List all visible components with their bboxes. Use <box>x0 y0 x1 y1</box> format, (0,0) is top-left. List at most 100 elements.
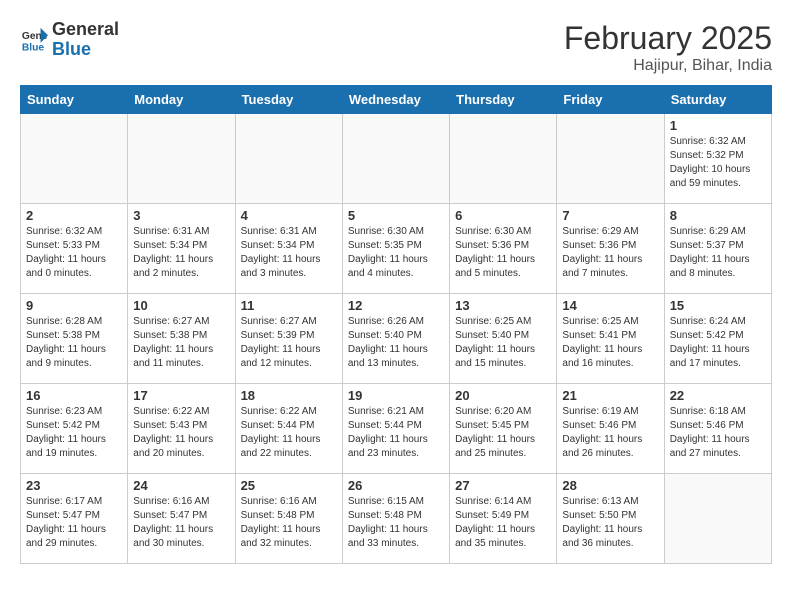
calendar-cell: 6Sunrise: 6:30 AM Sunset: 5:36 PM Daylig… <box>450 204 557 294</box>
week-row-1: 1Sunrise: 6:32 AM Sunset: 5:32 PM Daylig… <box>21 114 772 204</box>
day-number: 17 <box>133 388 229 403</box>
calendar-cell <box>557 114 664 204</box>
calendar-cell: 3 Sunrise: 6:31 AM Sunset: 5:34 PM Daylig… <box>128 204 235 294</box>
cell-info: Sunrise: 6:15 AM Sunset: 5:48 PM Dayligh… <box>348 495 444 551</box>
logo-text: General Blue <box>52 20 119 60</box>
cell-info: Sunrise: 6:20 AM Sunset: 5:45 PM Dayligh… <box>455 405 551 461</box>
cell-info: Sunrise: 6:23 AM Sunset: 5:42 PM Dayligh… <box>26 405 122 461</box>
day-number: 11 <box>241 298 337 313</box>
calendar-cell <box>664 474 771 564</box>
cell-info: Sunrise: 6:25 AM Sunset: 5:41 PM Dayligh… <box>562 315 658 371</box>
weekday-header-tuesday: Tuesday <box>235 86 342 114</box>
day-number: 23 <box>26 478 122 493</box>
cell-info: Sunrise: 6:28 AM Sunset: 5:38 PM Dayligh… <box>26 315 122 371</box>
day-number: 7 <box>562 208 658 223</box>
calendar-cell <box>235 114 342 204</box>
cell-info: Sunrise: 6:31 AM Sunset: 5:34 PM Dayligh… <box>133 225 229 281</box>
day-number: 13 <box>455 298 551 313</box>
calendar-cell: 1Sunrise: 6:32 AM Sunset: 5:32 PM Daylig… <box>664 114 771 204</box>
cell-info: Sunrise: 6:22 AM Sunset: 5:44 PM Dayligh… <box>241 405 337 461</box>
calendar-cell: 26 Sunrise: 6:15 AM Sunset: 5:48 PM Dayli… <box>342 474 449 564</box>
calendar-cell: 19 Sunrise: 6:21 AM Sunset: 5:44 PM Dayli… <box>342 384 449 474</box>
weekday-header-monday: Monday <box>128 86 235 114</box>
day-number: 5 <box>348 208 444 223</box>
calendar-cell: 17 Sunrise: 6:22 AM Sunset: 5:43 PM Dayli… <box>128 384 235 474</box>
day-number: 21 <box>562 388 658 403</box>
calendar-cell: 11Sunrise: 6:27 AM Sunset: 5:39 PM Dayli… <box>235 294 342 384</box>
calendar-cell: 8 Sunrise: 6:29 AM Sunset: 5:37 PM Daylig… <box>664 204 771 294</box>
location-title: Hajipur, Bihar, India <box>564 57 772 75</box>
calendar-cell: 28Sunrise: 6:13 AM Sunset: 5:50 PM Dayli… <box>557 474 664 564</box>
weekday-header-sunday: Sunday <box>21 86 128 114</box>
calendar-table: SundayMondayTuesdayWednesdayThursdayFrid… <box>20 85 772 564</box>
weekday-header-wednesday: Wednesday <box>342 86 449 114</box>
weekday-header-saturday: Saturday <box>664 86 771 114</box>
cell-info: Sunrise: 6:18 AM Sunset: 5:46 PM Dayligh… <box>670 405 766 461</box>
calendar-cell: 5 Sunrise: 6:30 AM Sunset: 5:35 PM Daylig… <box>342 204 449 294</box>
cell-info: Sunrise: 6:22 AM Sunset: 5:43 PM Dayligh… <box>133 405 229 461</box>
weekday-header-thursday: Thursday <box>450 86 557 114</box>
month-title: February 2025 <box>564 20 772 57</box>
calendar-cell: 10 Sunrise: 6:27 AM Sunset: 5:38 PM Dayli… <box>128 294 235 384</box>
cell-info: Sunrise: 6:17 AM Sunset: 5:47 PM Dayligh… <box>26 495 122 551</box>
logo: General Blue General Blue <box>20 20 119 60</box>
week-row-4: 16 Sunrise: 6:23 AM Sunset: 5:42 PM Dayli… <box>21 384 772 474</box>
cell-info: Sunrise: 6:16 AM Sunset: 5:48 PM Dayligh… <box>241 495 337 551</box>
day-number: 24 <box>133 478 229 493</box>
cell-info: Sunrise: 6:32 AM Sunset: 5:33 PM Dayligh… <box>26 225 122 281</box>
day-number: 18 <box>241 388 337 403</box>
cell-info: Sunrise: 6:32 AM Sunset: 5:32 PM Dayligh… <box>670 135 766 191</box>
calendar-cell: 23 Sunrise: 6:17 AM Sunset: 5:47 PM Dayli… <box>21 474 128 564</box>
calendar-cell <box>342 114 449 204</box>
cell-info: Sunrise: 6:16 AM Sunset: 5:47 PM Dayligh… <box>133 495 229 551</box>
day-number: 27 <box>455 478 551 493</box>
day-number: 4 <box>241 208 337 223</box>
day-number: 10 <box>133 298 229 313</box>
calendar-cell: 18 Sunrise: 6:22 AM Sunset: 5:44 PM Dayli… <box>235 384 342 474</box>
calendar-cell <box>128 114 235 204</box>
cell-info: Sunrise: 6:29 AM Sunset: 5:36 PM Dayligh… <box>562 225 658 281</box>
cell-info: Sunrise: 6:27 AM Sunset: 5:38 PM Dayligh… <box>133 315 229 371</box>
calendar-cell: 15Sunrise: 6:24 AM Sunset: 5:42 PM Dayli… <box>664 294 771 384</box>
day-number: 3 <box>133 208 229 223</box>
cell-info: Sunrise: 6:30 AM Sunset: 5:36 PM Dayligh… <box>455 225 551 281</box>
day-number: 20 <box>455 388 551 403</box>
header: General Blue General Blue February 2025 … <box>20 20 772 75</box>
calendar-cell: 13 Sunrise: 6:25 AM Sunset: 5:40 PM Dayli… <box>450 294 557 384</box>
cell-info: Sunrise: 6:29 AM Sunset: 5:37 PM Dayligh… <box>670 225 766 281</box>
calendar-cell: 12Sunrise: 6:26 AM Sunset: 5:40 PM Dayli… <box>342 294 449 384</box>
day-number: 25 <box>241 478 337 493</box>
calendar-cell: 25 Sunrise: 6:16 AM Sunset: 5:48 PM Dayli… <box>235 474 342 564</box>
svg-text:Blue: Blue <box>22 42 45 53</box>
week-row-2: 2 Sunrise: 6:32 AM Sunset: 5:33 PM Daylig… <box>21 204 772 294</box>
calendar-cell <box>450 114 557 204</box>
calendar-cell: 4 Sunrise: 6:31 AM Sunset: 5:34 PM Daylig… <box>235 204 342 294</box>
calendar-cell: 21 Sunrise: 6:19 AM Sunset: 5:46 PM Dayli… <box>557 384 664 474</box>
cell-info: Sunrise: 6:19 AM Sunset: 5:46 PM Dayligh… <box>562 405 658 461</box>
cell-info: Sunrise: 6:21 AM Sunset: 5:44 PM Dayligh… <box>348 405 444 461</box>
calendar-cell: 2 Sunrise: 6:32 AM Sunset: 5:33 PM Daylig… <box>21 204 128 294</box>
calendar-cell: 14 Sunrise: 6:25 AM Sunset: 5:41 PM Dayli… <box>557 294 664 384</box>
day-number: 2 <box>26 208 122 223</box>
day-number: 14 <box>562 298 658 313</box>
cell-info: Sunrise: 6:31 AM Sunset: 5:34 PM Dayligh… <box>241 225 337 281</box>
day-number: 16 <box>26 388 122 403</box>
day-number: 8 <box>670 208 766 223</box>
week-row-3: 9Sunrise: 6:28 AM Sunset: 5:38 PM Daylig… <box>21 294 772 384</box>
calendar-cell: 20 Sunrise: 6:20 AM Sunset: 5:45 PM Dayli… <box>450 384 557 474</box>
cell-info: Sunrise: 6:30 AM Sunset: 5:35 PM Dayligh… <box>348 225 444 281</box>
day-number: 19 <box>348 388 444 403</box>
day-number: 22 <box>670 388 766 403</box>
calendar-cell: 7 Sunrise: 6:29 AM Sunset: 5:36 PM Daylig… <box>557 204 664 294</box>
calendar-cell: 24 Sunrise: 6:16 AM Sunset: 5:47 PM Dayli… <box>128 474 235 564</box>
cell-info: Sunrise: 6:13 AM Sunset: 5:50 PM Dayligh… <box>562 495 658 551</box>
cell-info: Sunrise: 6:14 AM Sunset: 5:49 PM Dayligh… <box>455 495 551 551</box>
day-number: 12 <box>348 298 444 313</box>
calendar-cell <box>21 114 128 204</box>
calendar-cell: 22 Sunrise: 6:18 AM Sunset: 5:46 PM Dayli… <box>664 384 771 474</box>
day-number: 26 <box>348 478 444 493</box>
cell-info: Sunrise: 6:25 AM Sunset: 5:40 PM Dayligh… <box>455 315 551 371</box>
weekday-header-row: SundayMondayTuesdayWednesdayThursdayFrid… <box>21 86 772 114</box>
weekday-header-friday: Friday <box>557 86 664 114</box>
day-number: 15 <box>670 298 766 313</box>
